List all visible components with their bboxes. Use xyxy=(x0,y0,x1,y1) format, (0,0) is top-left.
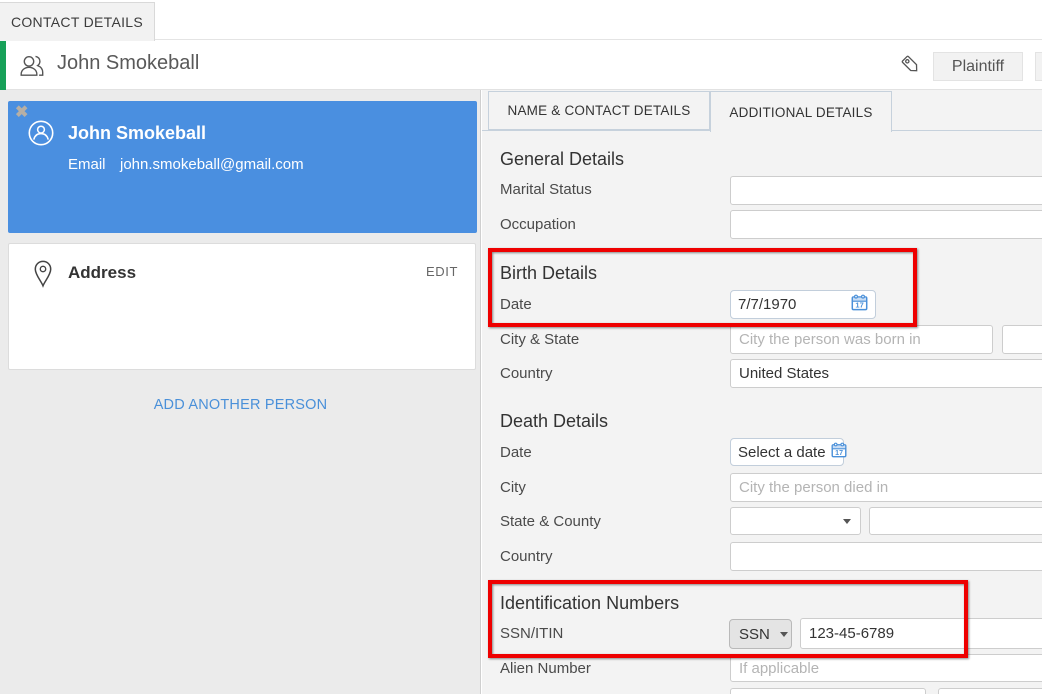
ssn-itin-label: SSN/ITIN xyxy=(500,625,563,642)
death-date-label: Date xyxy=(500,444,532,461)
tab-contact-details[interactable]: CONTACT DETAILS xyxy=(0,2,155,41)
close-icon[interactable]: ✖ xyxy=(15,105,28,121)
section-title-identification-numbers: Identification Numbers xyxy=(500,593,679,614)
avatar-icon xyxy=(28,120,54,146)
contact-type-accent-bar xyxy=(0,41,6,90)
ssn-type-value: SSN xyxy=(739,626,770,643)
partial-bottom-input-2[interactable] xyxy=(938,688,1042,694)
tab-name-contact-details[interactable]: NAME & CONTACT DETAILS xyxy=(488,91,710,130)
death-country-label: Country xyxy=(500,548,553,565)
address-card: Address EDIT xyxy=(8,243,476,370)
contact-header: John Smokeball Plaintiff xyxy=(0,41,1042,90)
tab-additional-details-label: ADDITIONAL DETAILS xyxy=(729,105,872,120)
ssn-type-select[interactable]: SSN xyxy=(729,619,792,649)
death-date-picker[interactable]: Select a date 17 xyxy=(730,438,844,466)
tab-contact-details-label: CONTACT DETAILS xyxy=(11,14,143,30)
contact-details-window: CONTACT DETAILS John Smokeball Pl xyxy=(0,0,1042,694)
person-card[interactable]: ✖ John Smokeball Email john.smokeball@gm… xyxy=(8,101,477,233)
map-pin-icon xyxy=(34,260,52,290)
calendar-icon[interactable]: 17 xyxy=(831,442,847,462)
contact-body: ✖ John Smokeball Email john.smokeball@gm… xyxy=(0,90,1042,694)
death-county-input[interactable] xyxy=(869,507,1042,535)
contact-name-title: John Smokeball xyxy=(57,52,199,75)
address-card-title: Address xyxy=(68,263,136,283)
alien-number-input[interactable] xyxy=(730,654,1042,682)
tab-name-contact-details-label: NAME & CONTACT DETAILS xyxy=(508,103,691,118)
people-icon xyxy=(18,53,46,79)
alien-number-label: Alien Number xyxy=(500,660,591,677)
birth-country-label: Country xyxy=(500,365,553,382)
ssn-input[interactable] xyxy=(800,618,1042,649)
death-state-select[interactable] xyxy=(730,507,861,535)
birth-city-state-label: City & State xyxy=(500,331,579,348)
calendar-icon[interactable]: 17 xyxy=(851,294,868,315)
birth-country-input[interactable] xyxy=(730,359,1042,388)
tab-additional-details[interactable]: ADDITIONAL DETAILS xyxy=(710,91,892,132)
section-title-birth-details: Birth Details xyxy=(500,263,597,284)
birth-date-picker[interactable]: 7/7/1970 17 xyxy=(730,290,876,319)
occupation-input[interactable] xyxy=(730,210,1042,239)
death-state-county-label: State & County xyxy=(500,513,601,530)
person-card-email-value: john.smokeball@gmail.com xyxy=(120,156,304,173)
birth-date-label: Date xyxy=(500,296,532,313)
death-date-placeholder: Select a date xyxy=(738,444,826,461)
marital-status-input[interactable] xyxy=(730,176,1042,205)
birth-state-input[interactable] xyxy=(1002,325,1042,354)
svg-text:17: 17 xyxy=(855,301,863,310)
person-card-name: John Smokeball xyxy=(68,123,206,144)
person-card-email-label: Email xyxy=(68,156,106,173)
marital-status-label: Marital Status xyxy=(500,181,592,198)
add-another-person-link[interactable]: ADD ANOTHER PERSON xyxy=(0,397,481,413)
details-panel: NAME & CONTACT DETAILS ADDITIONAL DETAIL… xyxy=(482,90,1042,694)
partial-bottom-input-1[interactable] xyxy=(730,688,926,694)
death-city-input[interactable] xyxy=(730,473,1042,502)
people-list-panel: ✖ John Smokeball Email john.smokeball@gm… xyxy=(0,90,481,694)
birth-city-input[interactable] xyxy=(730,325,993,354)
chevron-down-icon xyxy=(843,519,851,524)
section-title-general-details: General Details xyxy=(500,149,624,170)
death-city-label: City xyxy=(500,479,526,496)
section-title-death-details: Death Details xyxy=(500,411,608,432)
address-edit-link[interactable]: EDIT xyxy=(426,264,458,279)
role-button[interactable]: Plaintiff xyxy=(933,52,1023,81)
chevron-down-icon xyxy=(780,632,788,637)
birth-date-value: 7/7/1970 xyxy=(738,296,796,313)
death-country-input[interactable] xyxy=(730,542,1042,571)
window-tab-strip: CONTACT DETAILS xyxy=(0,0,1042,40)
occupation-label: Occupation xyxy=(500,216,576,233)
tag-icon[interactable] xyxy=(898,52,924,78)
partial-header-button[interactable] xyxy=(1035,52,1042,81)
svg-text:17: 17 xyxy=(835,450,843,457)
details-tabstrip: NAME & CONTACT DETAILS ADDITIONAL DETAIL… xyxy=(482,90,1042,131)
